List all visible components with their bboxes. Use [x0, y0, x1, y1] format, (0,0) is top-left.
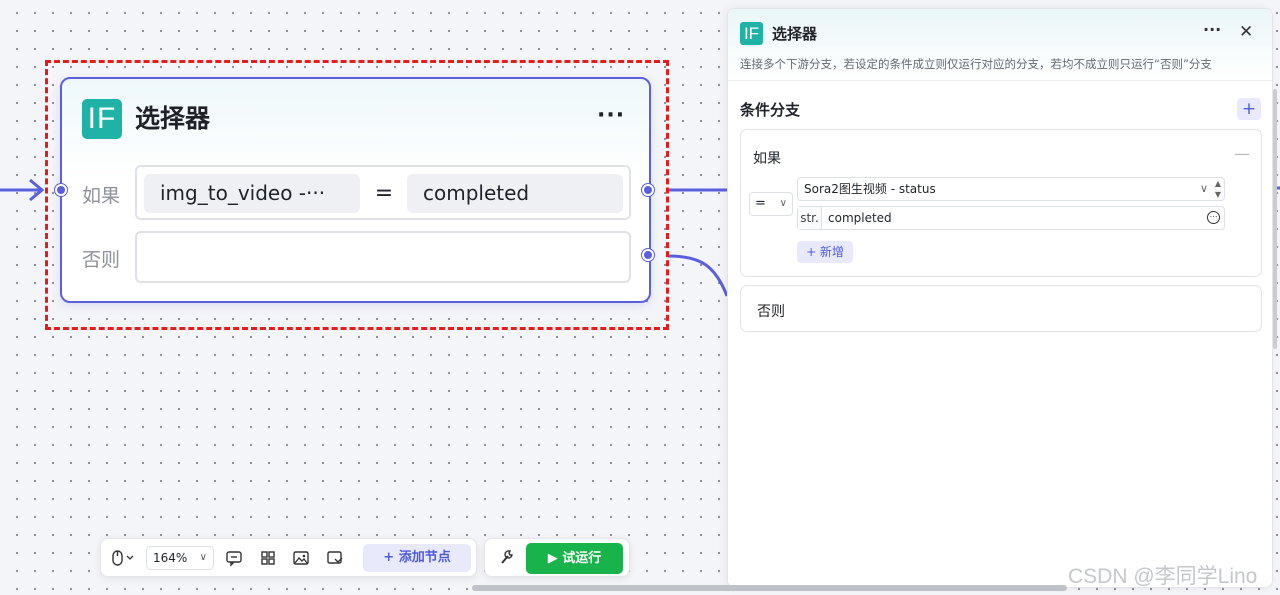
if-icon: IF — [82, 99, 122, 139]
value-text: completed — [828, 211, 892, 225]
input-port[interactable] — [55, 184, 67, 196]
else-branch-title: 否则 — [757, 304, 785, 320]
mouse-mode-icon[interactable] — [111, 548, 137, 568]
watermark: CSDN @李同学Lino — [1068, 565, 1258, 588]
panel-title: 选择器 — [772, 25, 818, 43]
add-branch-button[interactable]: + — [1237, 98, 1261, 120]
value-type-badge[interactable]: str. — [798, 207, 822, 229]
run-toolbar: ▶ 试运行 — [484, 538, 630, 577]
add-node-button[interactable]: + 添加节点 — [363, 544, 471, 572]
else-row[interactable] — [135, 231, 631, 283]
stepper-icon[interactable]: ▲ ▼ — [1215, 178, 1221, 200]
collapse-icon[interactable]: — — [1234, 144, 1250, 163]
wrench-icon[interactable] — [499, 548, 515, 566]
if-branch-card: 如果 — = ∨ Sora2图生视频 - status ∨ ▲ ▼ str. co… — [740, 129, 1262, 277]
condition-value: completed — [407, 174, 623, 213]
condition-row[interactable]: img_to_video -··· = completed — [135, 165, 631, 220]
panel-scrollbar[interactable] — [1273, 89, 1277, 349]
variable-select[interactable]: Sora2图生视频 - status ∨ ▲ ▼ — [797, 177, 1225, 201]
else-output-port[interactable] — [642, 249, 654, 261]
condition-operator: = — [374, 181, 394, 206]
operator-value: = — [755, 196, 766, 211]
zoom-select[interactable]: 164% ∨ — [146, 546, 214, 570]
canvas-horizontal-scrollbar[interactable] — [472, 585, 1067, 591]
condition-variable: img_to_video -··· — [144, 174, 360, 213]
panel-description: 连接多个下游分支，若设定的条件成立则仅运行对应的分支，若均不成立则只运行“否则”… — [740, 57, 1212, 71]
layout-grid-icon[interactable] — [259, 548, 277, 568]
canvas-toolbar: 164% ∨ + 添加节点 — [100, 538, 477, 577]
chevron-down-icon: ∨ — [779, 198, 787, 209]
screenshot-icon[interactable] — [326, 548, 344, 568]
else-outgoing-edge — [667, 254, 729, 297]
if-output-port[interactable] — [642, 184, 654, 196]
more-options-icon[interactable]: ··· — [1203, 20, 1221, 39]
comment-icon[interactable] — [225, 548, 243, 568]
if-label: 如果 — [82, 185, 121, 207]
section-title: 条件分支 — [740, 101, 801, 119]
variable-value: Sora2图生视频 - status — [804, 182, 936, 196]
image-icon[interactable] — [292, 548, 310, 568]
chevron-down-icon: ∨ — [1199, 182, 1208, 195]
else-branch-card: 否则 — [740, 285, 1262, 332]
zoom-level: 164% — [153, 551, 188, 565]
test-run-button[interactable]: ▶ 试运行 — [526, 543, 623, 574]
panel-header: IF 选择器 ··· ✕ 连接多个下游分支，若设定的条件成立则仅运行对应的分支，… — [728, 9, 1272, 81]
add-condition-button[interactable]: + 新增 — [797, 241, 853, 263]
close-icon[interactable]: ✕ — [1239, 22, 1253, 42]
more-options-icon[interactable]: ··· — [597, 103, 625, 128]
if-icon: IF — [740, 22, 763, 45]
operator-select[interactable]: = ∨ — [749, 192, 793, 216]
chevron-down-icon: ∨ — [199, 552, 207, 563]
else-label: 否则 — [82, 249, 121, 271]
variable-reference-icon[interactable]: ⋯ — [1207, 211, 1220, 224]
node-config-panel: IF 选择器 ··· ✕ 连接多个下游分支，若设定的条件成立则仅运行对应的分支，… — [727, 8, 1277, 588]
node-title: 选择器 — [135, 104, 211, 133]
if-branch-title: 如果 — [753, 151, 781, 167]
selector-node[interactable]: IF 选择器 ··· 如果 img_to_video -··· = comple… — [60, 77, 651, 303]
value-input[interactable]: str. completed ⋯ — [797, 206, 1225, 230]
